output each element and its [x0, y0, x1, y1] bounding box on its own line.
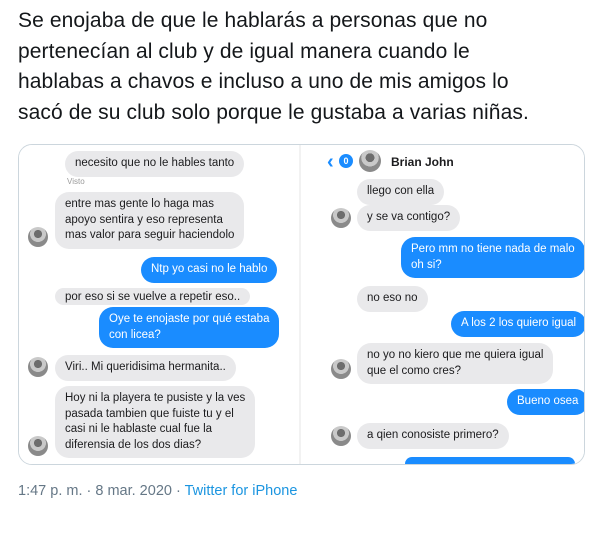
separator: · — [171, 483, 185, 499]
message-bubble-outgoing: A los 2 los quiero igual — [451, 311, 584, 337]
tweet-text: Se enojaba de que le hablarás a personas… — [18, 6, 593, 128]
message-bubble-incoming: por eso si se vuelve a repetir eso.. — [55, 288, 251, 305]
left-chat-screenshot: necesito que no le hables tanto Visto en… — [19, 145, 299, 464]
contact-name: Brian John — [391, 155, 454, 169]
message-bubble-incoming: necesito que no le hables tanto — [65, 151, 245, 177]
seen-label: Visto — [67, 177, 85, 186]
tweet-media-image[interactable]: necesito que no le hables tanto Visto en… — [18, 144, 585, 465]
tweet-text-line: pertenecían al club y de igual manera cu… — [18, 39, 470, 63]
avatar — [28, 436, 48, 456]
avatar — [28, 357, 48, 377]
message-bubble-incoming: entre mas gente lo haga mas apoyo sentir… — [55, 192, 245, 249]
message-bubble-outgoing: Bueno osea — [507, 389, 584, 415]
message-bubble-outgoing: Pero mm no tiene nada de malo oh si? — [401, 237, 584, 278]
tweet-metadata: 1:47 p. m. · 8 mar. 2020 · Twitter for i… — [18, 483, 297, 499]
message-bubble-incoming: no yo no kiero que me quiera igual que e… — [357, 343, 554, 384]
contact-avatar — [359, 150, 381, 172]
chevron-left-icon: ‹ — [327, 151, 334, 173]
chat-header: ‹ 0 Brian John — [301, 145, 584, 179]
message-bubble-incoming: Hoy ni la playera te pusiste y la ves pa… — [55, 386, 256, 458]
avatar — [331, 426, 351, 446]
right-chat-screenshot: ‹ 0 Brian John llego con ella y se va co… — [301, 145, 584, 464]
message-bubble-outgoing: Oye te enojaste por qué estaba con licea… — [99, 307, 280, 348]
source-link[interactable]: Twitter for iPhone — [185, 483, 298, 499]
message-bubble-incoming: llego con ella — [357, 179, 445, 205]
tweet-text-line: hablabas a chavos e incluso a uno de mis… — [18, 70, 509, 93]
message-bubble-incoming: y se va contigo? — [357, 205, 461, 231]
avatar — [331, 359, 351, 379]
tweet-text-line: Se enojaba de que le hablarás a personas… — [18, 9, 488, 32]
tweet-text-line: sacó de su club solo porque le gustaba a… — [18, 100, 529, 124]
message-bubble-incoming: a qien conosiste primero? — [357, 423, 509, 449]
avatar — [331, 208, 351, 228]
message-bubble-outgoing-cropped — [405, 457, 575, 464]
timestamp[interactable]: 1:47 p. m. · 8 mar. 2020 — [18, 483, 172, 499]
message-bubble-outgoing: Ntp yo casi no le hablo — [141, 257, 278, 283]
avatar — [28, 227, 48, 247]
message-bubble-incoming: no eso no — [357, 286, 428, 312]
unread-badge: 0 — [339, 154, 353, 168]
message-bubble-incoming: Viri.. Mi queridisima hermanita.. — [55, 355, 236, 381]
